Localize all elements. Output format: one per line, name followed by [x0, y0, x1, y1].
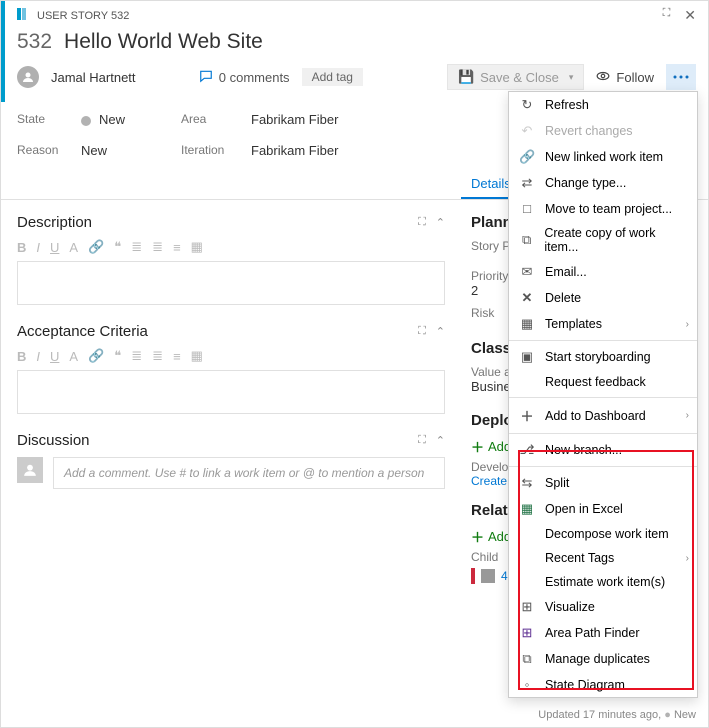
menu-recent-tags[interactable]: Recent Tags› [509, 546, 697, 570]
storyboard-icon: ▣ [519, 349, 535, 365]
templates-icon: ▦ [519, 316, 535, 332]
reason-value[interactable]: New [81, 143, 181, 158]
work-item-type-label: USER STORY 532 [37, 10, 129, 22]
menu-create-copy[interactable]: ⧉Create copy of work item... [509, 221, 697, 259]
title-row: 532 Hello World Web Site [1, 24, 708, 64]
more-actions-button[interactable] [666, 64, 696, 90]
more-actions-menu: ↻Refresh ↶Revert changes 🔗New linked wor… [508, 91, 698, 698]
work-item-id: 532 [17, 30, 52, 54]
iteration-label: Iteration [181, 143, 251, 158]
expand-icon[interactable]: ⛶ [418, 325, 426, 338]
collapse-icon[interactable]: ⌃ [436, 216, 445, 229]
email-icon: ✉ [519, 264, 535, 280]
discussion-input[interactable]: Add a comment. Use # to link a work item… [53, 457, 445, 489]
expand-icon[interactable]: ⛶ [418, 434, 426, 447]
excel-icon: ▦ [519, 501, 535, 517]
menu-move-team[interactable]: □Move to team project... [509, 196, 697, 221]
acceptance-heading: Acceptance Criteria [17, 323, 148, 340]
move-icon: □ [519, 201, 535, 216]
copy-icon: ⧉ [519, 232, 534, 248]
split-icon: ⇆ [519, 475, 535, 491]
bug-bar-icon [471, 568, 475, 584]
menu-feedback[interactable]: Request feedback [509, 370, 697, 394]
duplicates-icon: ⧉ [519, 651, 535, 667]
plus-icon: ＋ [471, 437, 484, 456]
diagram-icon: ◦ [519, 677, 535, 692]
refresh-icon: ↻ [519, 97, 535, 113]
assignee-avatar[interactable] [17, 66, 39, 88]
menu-templates[interactable]: ▦Templates› [509, 311, 697, 337]
acceptance-toolbar[interactable]: B I U A 🔗 ❝ ≣ ≣ ≡ ▦ [17, 348, 445, 364]
menu-dashboard[interactable]: ＋Add to Dashboard› [509, 401, 697, 430]
eye-icon [596, 69, 610, 86]
state-label: State [17, 112, 81, 127]
collapse-icon[interactable]: ⌃ [436, 325, 445, 338]
bug-icon [481, 569, 495, 583]
area-label: Area [181, 112, 251, 127]
work-item-title[interactable]: Hello World Web Site [64, 30, 263, 54]
chevron-right-icon: › [686, 319, 689, 330]
close-icon[interactable]: ✕ [684, 7, 696, 24]
link-icon: 🔗 [519, 149, 535, 165]
chevron-right-icon: › [686, 410, 689, 421]
chevron-right-icon: › [686, 553, 689, 564]
visualize-icon: ⊞ [519, 599, 535, 615]
add-tag-button[interactable]: Add tag [302, 68, 363, 86]
current-user-avatar [17, 457, 43, 483]
follow-button[interactable]: Follow [596, 69, 654, 86]
menu-new-linked[interactable]: 🔗New linked work item [509, 144, 697, 170]
state-value[interactable]: New [81, 112, 181, 127]
user-story-icon [17, 8, 31, 23]
menu-state-diag[interactable]: ◦State Diagram [509, 672, 697, 697]
description-toolbar[interactable]: B I U A 🔗 ❝ ≣ ≣ ≡ ▦ [17, 239, 445, 255]
save-icon: 💾 [458, 69, 474, 85]
change-type-icon: ⇄ [519, 175, 535, 191]
menu-new-branch[interactable]: ⎇New branch... [509, 437, 697, 463]
menu-email[interactable]: ✉Email... [509, 259, 697, 285]
menu-visualize[interactable]: ⊞Visualize [509, 594, 697, 620]
menu-excel[interactable]: ▦Open in Excel [509, 496, 697, 522]
menu-area-path[interactable]: ⊞Area Path Finder [509, 620, 697, 646]
menu-dupes[interactable]: ⧉Manage duplicates [509, 646, 697, 672]
menu-change-type[interactable]: ⇄Change type... [509, 170, 697, 196]
footer-status: Updated 17 minutes ago, ● New [538, 709, 696, 721]
menu-split[interactable]: ⇆Split [509, 470, 697, 496]
menu-refresh[interactable]: ↻Refresh [509, 92, 697, 118]
plus-icon: ＋ [519, 406, 535, 425]
chevron-down-icon: ▾ [569, 72, 574, 83]
description-input[interactable] [17, 261, 445, 305]
comment-icon [199, 69, 213, 86]
plus-icon: ＋ [471, 527, 484, 546]
comments-link[interactable]: 0 comments [199, 69, 290, 86]
branch-icon: ⎇ [519, 442, 535, 458]
menu-decompose[interactable]: Decompose work item [509, 522, 697, 546]
fullscreen-icon[interactable]: ⛶ [663, 7, 671, 24]
undo-icon: ↶ [519, 123, 535, 139]
area-path-icon: ⊞ [519, 625, 535, 641]
description-heading: Description [17, 214, 92, 231]
assignee-name[interactable]: Jamal Hartnett [51, 70, 136, 85]
menu-delete[interactable]: ✕Delete [509, 285, 697, 311]
collapse-icon[interactable]: ⌃ [436, 434, 445, 447]
menu-estimate[interactable]: Estimate work item(s) [509, 570, 697, 594]
state-circle-icon [81, 116, 91, 126]
discussion-heading: Discussion [17, 432, 90, 449]
acceptance-input[interactable] [17, 370, 445, 414]
save-close-button[interactable]: 💾 Save & Close ▾ [447, 64, 584, 90]
menu-revert[interactable]: ↶Revert changes [509, 118, 697, 144]
delete-icon: ✕ [519, 290, 535, 306]
work-item-header: USER STORY 532 ⛶ ✕ [1, 1, 708, 24]
expand-icon[interactable]: ⛶ [418, 216, 426, 229]
menu-storyboard[interactable]: ▣Start storyboarding [509, 344, 697, 370]
reason-label: Reason [17, 143, 81, 158]
